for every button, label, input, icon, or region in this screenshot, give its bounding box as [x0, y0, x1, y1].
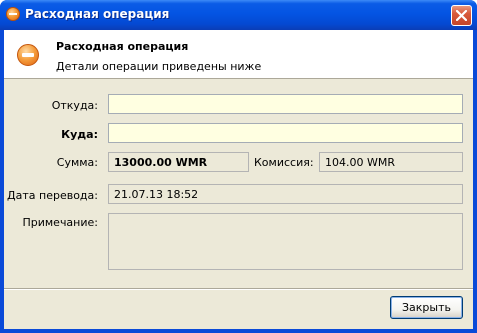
note-field[interactable]: [108, 213, 463, 270]
minus-circle-icon: [17, 44, 39, 66]
close-button[interactable]: Закрыть: [390, 296, 463, 319]
amount-field[interactable]: 13000.00 WMR: [108, 152, 249, 172]
dialog-body: Расходная операция Детали операции приве…: [4, 30, 473, 329]
to-label: Куда:: [61, 128, 98, 141]
bottom-separator: [4, 288, 473, 290]
from-label: Откуда:: [51, 99, 98, 112]
date-field[interactable]: 21.07.13 18:52: [108, 184, 463, 204]
commission-label: Комиссия:: [254, 156, 314, 169]
commission-field[interactable]: 104.00 WMR: [319, 152, 463, 172]
minus-circle-icon: [6, 7, 20, 21]
to-field[interactable]: [108, 123, 463, 143]
dialog-header: Расходная операция Детали операции приве…: [4, 30, 473, 79]
header-subtitle: Детали операции приведены ниже: [56, 60, 262, 73]
from-field[interactable]: [108, 94, 463, 114]
note-label: Примечание:: [22, 216, 98, 229]
header-title: Расходная операция: [56, 40, 189, 53]
window-title: Расходная операция: [25, 7, 170, 21]
title-bar[interactable]: Расходная операция: [0, 0, 477, 30]
close-x-icon: [456, 10, 467, 21]
dialog-window: Расходная операция Расходная операция Де…: [0, 0, 477, 333]
amount-label: Сумма:: [56, 156, 98, 169]
date-label: Дата перевода:: [7, 189, 98, 202]
close-window-button[interactable]: [451, 5, 472, 26]
